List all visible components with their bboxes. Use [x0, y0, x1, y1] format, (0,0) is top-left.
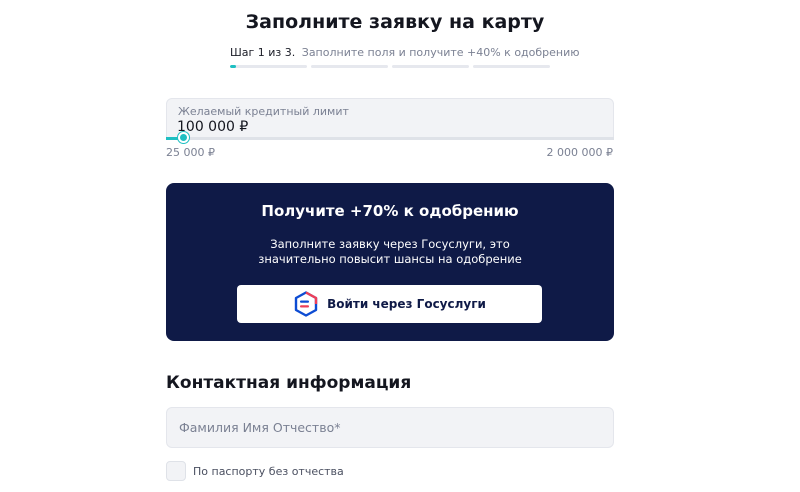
step-indicator: Шаг 1 из 3. Заполните поля и получите +4…: [230, 46, 580, 59]
progress-segment: [473, 65, 550, 68]
promo-text: Заполните заявку через Госуслуги, это зн…: [258, 237, 522, 266]
step-progress: [230, 65, 550, 69]
contact-section-title: Контактная информация: [166, 373, 412, 393]
no-patronymic-option[interactable]: По паспорту без отчества: [166, 461, 344, 481]
progress-segment: [311, 65, 388, 68]
full-name-field[interactable]: [166, 407, 614, 448]
gosuslugi-login-button[interactable]: Войти через Госуслуги: [237, 285, 542, 323]
slider-thumb[interactable]: [177, 132, 189, 143]
gosuslugi-logo-icon: [293, 291, 319, 317]
range-max-label: 2 000 000 ₽: [546, 146, 613, 159]
credit-limit-field[interactable]: Желаемый кредитный лимит 100 000 ₽: [166, 98, 614, 139]
gosuslugi-button-label: Войти через Госуслуги: [327, 297, 486, 311]
range-min-label: 25 000 ₽: [166, 146, 215, 159]
page-title: Заполните заявку на карту: [245, 11, 545, 33]
full-name-input[interactable]: [167, 408, 613, 447]
step-hint: Заполните поля и получите +40% к одобрен…: [301, 46, 580, 59]
credit-limit-label: Желаемый кредитный лимит: [178, 105, 349, 118]
credit-limit-value[interactable]: 100 000 ₽: [177, 119, 248, 135]
credit-limit-slider[interactable]: [166, 137, 614, 140]
no-patronymic-label: По паспорту без отчества: [193, 464, 344, 478]
progress-segment: [230, 65, 307, 68]
step-current: Шаг 1 из 3.: [230, 46, 296, 59]
progress-segment: [392, 65, 469, 68]
gosuslugi-promo-card: Получите +70% к одобрению Заполните заяв…: [166, 183, 614, 341]
no-patronymic-checkbox[interactable]: [166, 461, 186, 481]
promo-title: Получите +70% к одобрению: [261, 202, 519, 220]
